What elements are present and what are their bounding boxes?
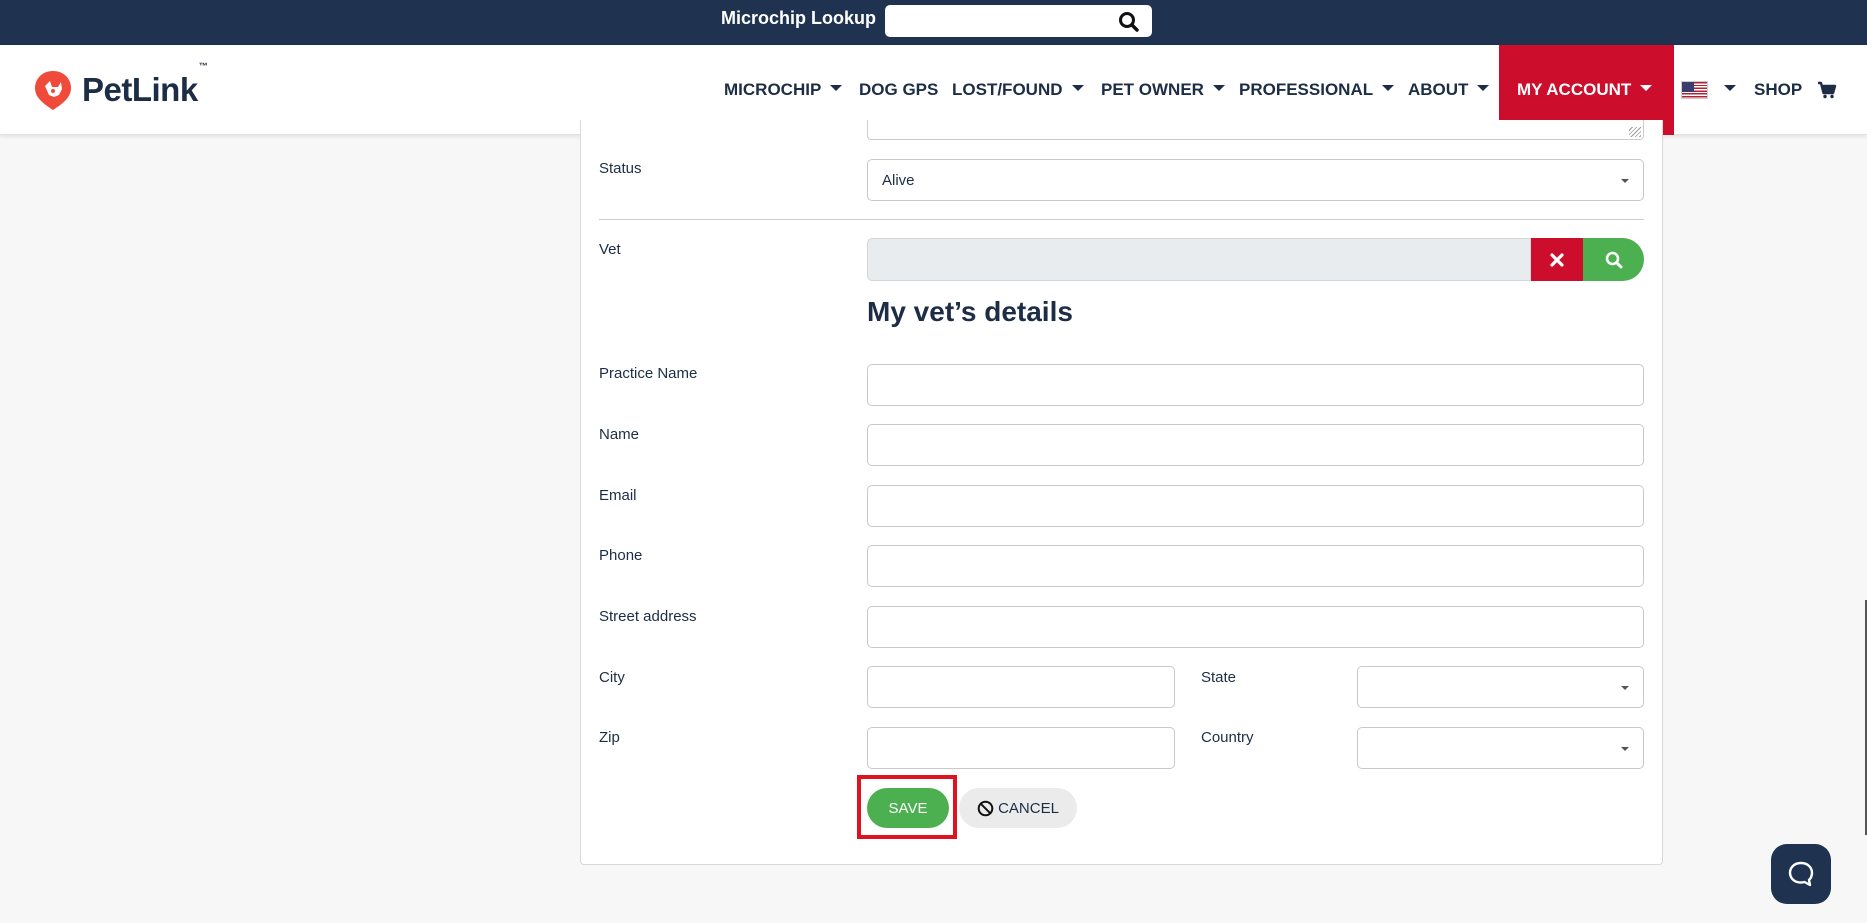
petlink-logo[interactable]: PetLink™ [32, 61, 208, 112]
microchip-lookup-label: Microchip Lookup [721, 8, 876, 28]
clear-vet-button[interactable] [1531, 238, 1583, 281]
notes-textarea[interactable] [867, 120, 1644, 140]
email-label: Email [599, 487, 637, 504]
resize-grip-icon[interactable] [1629, 127, 1641, 137]
state-select[interactable] [1357, 666, 1644, 708]
search-vet-button[interactable] [1583, 238, 1644, 281]
phone-input[interactable] [867, 545, 1644, 587]
cancel-button[interactable]: CANCEL [959, 788, 1077, 828]
logo-text: PetLink™ [82, 61, 208, 108]
search-icon [1605, 251, 1622, 268]
microchip-lookup-bar: Microchip Lookup [0, 0, 1867, 45]
cancel-label: CANCEL [998, 799, 1059, 817]
city-input[interactable] [867, 666, 1175, 708]
vet-details-heading: My vet’s details [867, 296, 1073, 327]
zip-label: Zip [599, 729, 620, 746]
nav-shop[interactable]: SHOP [1754, 45, 1802, 135]
chevron-down-icon [1621, 747, 1629, 751]
chevron-down-icon [1640, 85, 1653, 91]
nav-microchip-label: MICROCHIP [724, 80, 822, 99]
name-input[interactable] [867, 424, 1644, 466]
chat-bubble-icon [1788, 861, 1814, 887]
language-selector[interactable] [1681, 45, 1736, 135]
close-icon [1550, 252, 1564, 267]
name-label: Name [599, 426, 640, 443]
chevron-down-icon [1382, 85, 1395, 91]
status-label: Status [599, 160, 642, 177]
chevron-down-icon [1477, 85, 1490, 91]
chevron-down-icon [1724, 85, 1736, 91]
chat-button[interactable] [1771, 844, 1831, 904]
petlink-logo-icon [35, 71, 71, 110]
microchip-lookup-input[interactable] [885, 5, 1152, 37]
chevron-down-icon [830, 85, 843, 91]
vet-label: Vet [599, 241, 621, 258]
nav-pet-owner-label: PET OWNER [1101, 80, 1204, 99]
street-address-label: Street address [599, 608, 697, 625]
city-label: City [599, 669, 625, 686]
state-label: State [1201, 669, 1237, 686]
zip-input[interactable] [867, 727, 1175, 769]
country-label: Country [1201, 729, 1254, 746]
status-select[interactable]: Alive [867, 159, 1644, 201]
street-address-input[interactable] [867, 606, 1644, 648]
practice-name-input[interactable] [867, 364, 1644, 406]
status-selected-value: Alive [882, 171, 915, 189]
nav-shop-label: SHOP [1754, 80, 1803, 99]
vet-field [867, 238, 1531, 281]
nav-professional-label: PROFESSIONAL [1239, 80, 1374, 99]
ban-icon [977, 800, 994, 816]
chevron-down-icon [1071, 85, 1084, 91]
practice-name-label: Practice Name [599, 365, 698, 382]
cart-icon[interactable] [1817, 45, 1837, 135]
chevron-down-icon [1212, 85, 1225, 91]
phone-label: Phone [599, 547, 643, 564]
us-flag-icon [1681, 81, 1708, 99]
country-select[interactable] [1357, 727, 1644, 769]
nav-my-account-label: MY ACCOUNT [1517, 80, 1632, 99]
search-icon[interactable] [1116, 9, 1142, 35]
save-button[interactable]: SAVE [867, 788, 949, 828]
nav-lost-found-label: LOST/FOUND [952, 80, 1063, 99]
divider [599, 219, 1644, 220]
nav-dog-gps-label: DOG GPS [859, 80, 939, 99]
email-input[interactable] [867, 485, 1644, 527]
chevron-down-icon [1621, 686, 1629, 690]
nav-about-label: ABOUT [1408, 80, 1469, 99]
chevron-down-icon [1621, 179, 1629, 183]
